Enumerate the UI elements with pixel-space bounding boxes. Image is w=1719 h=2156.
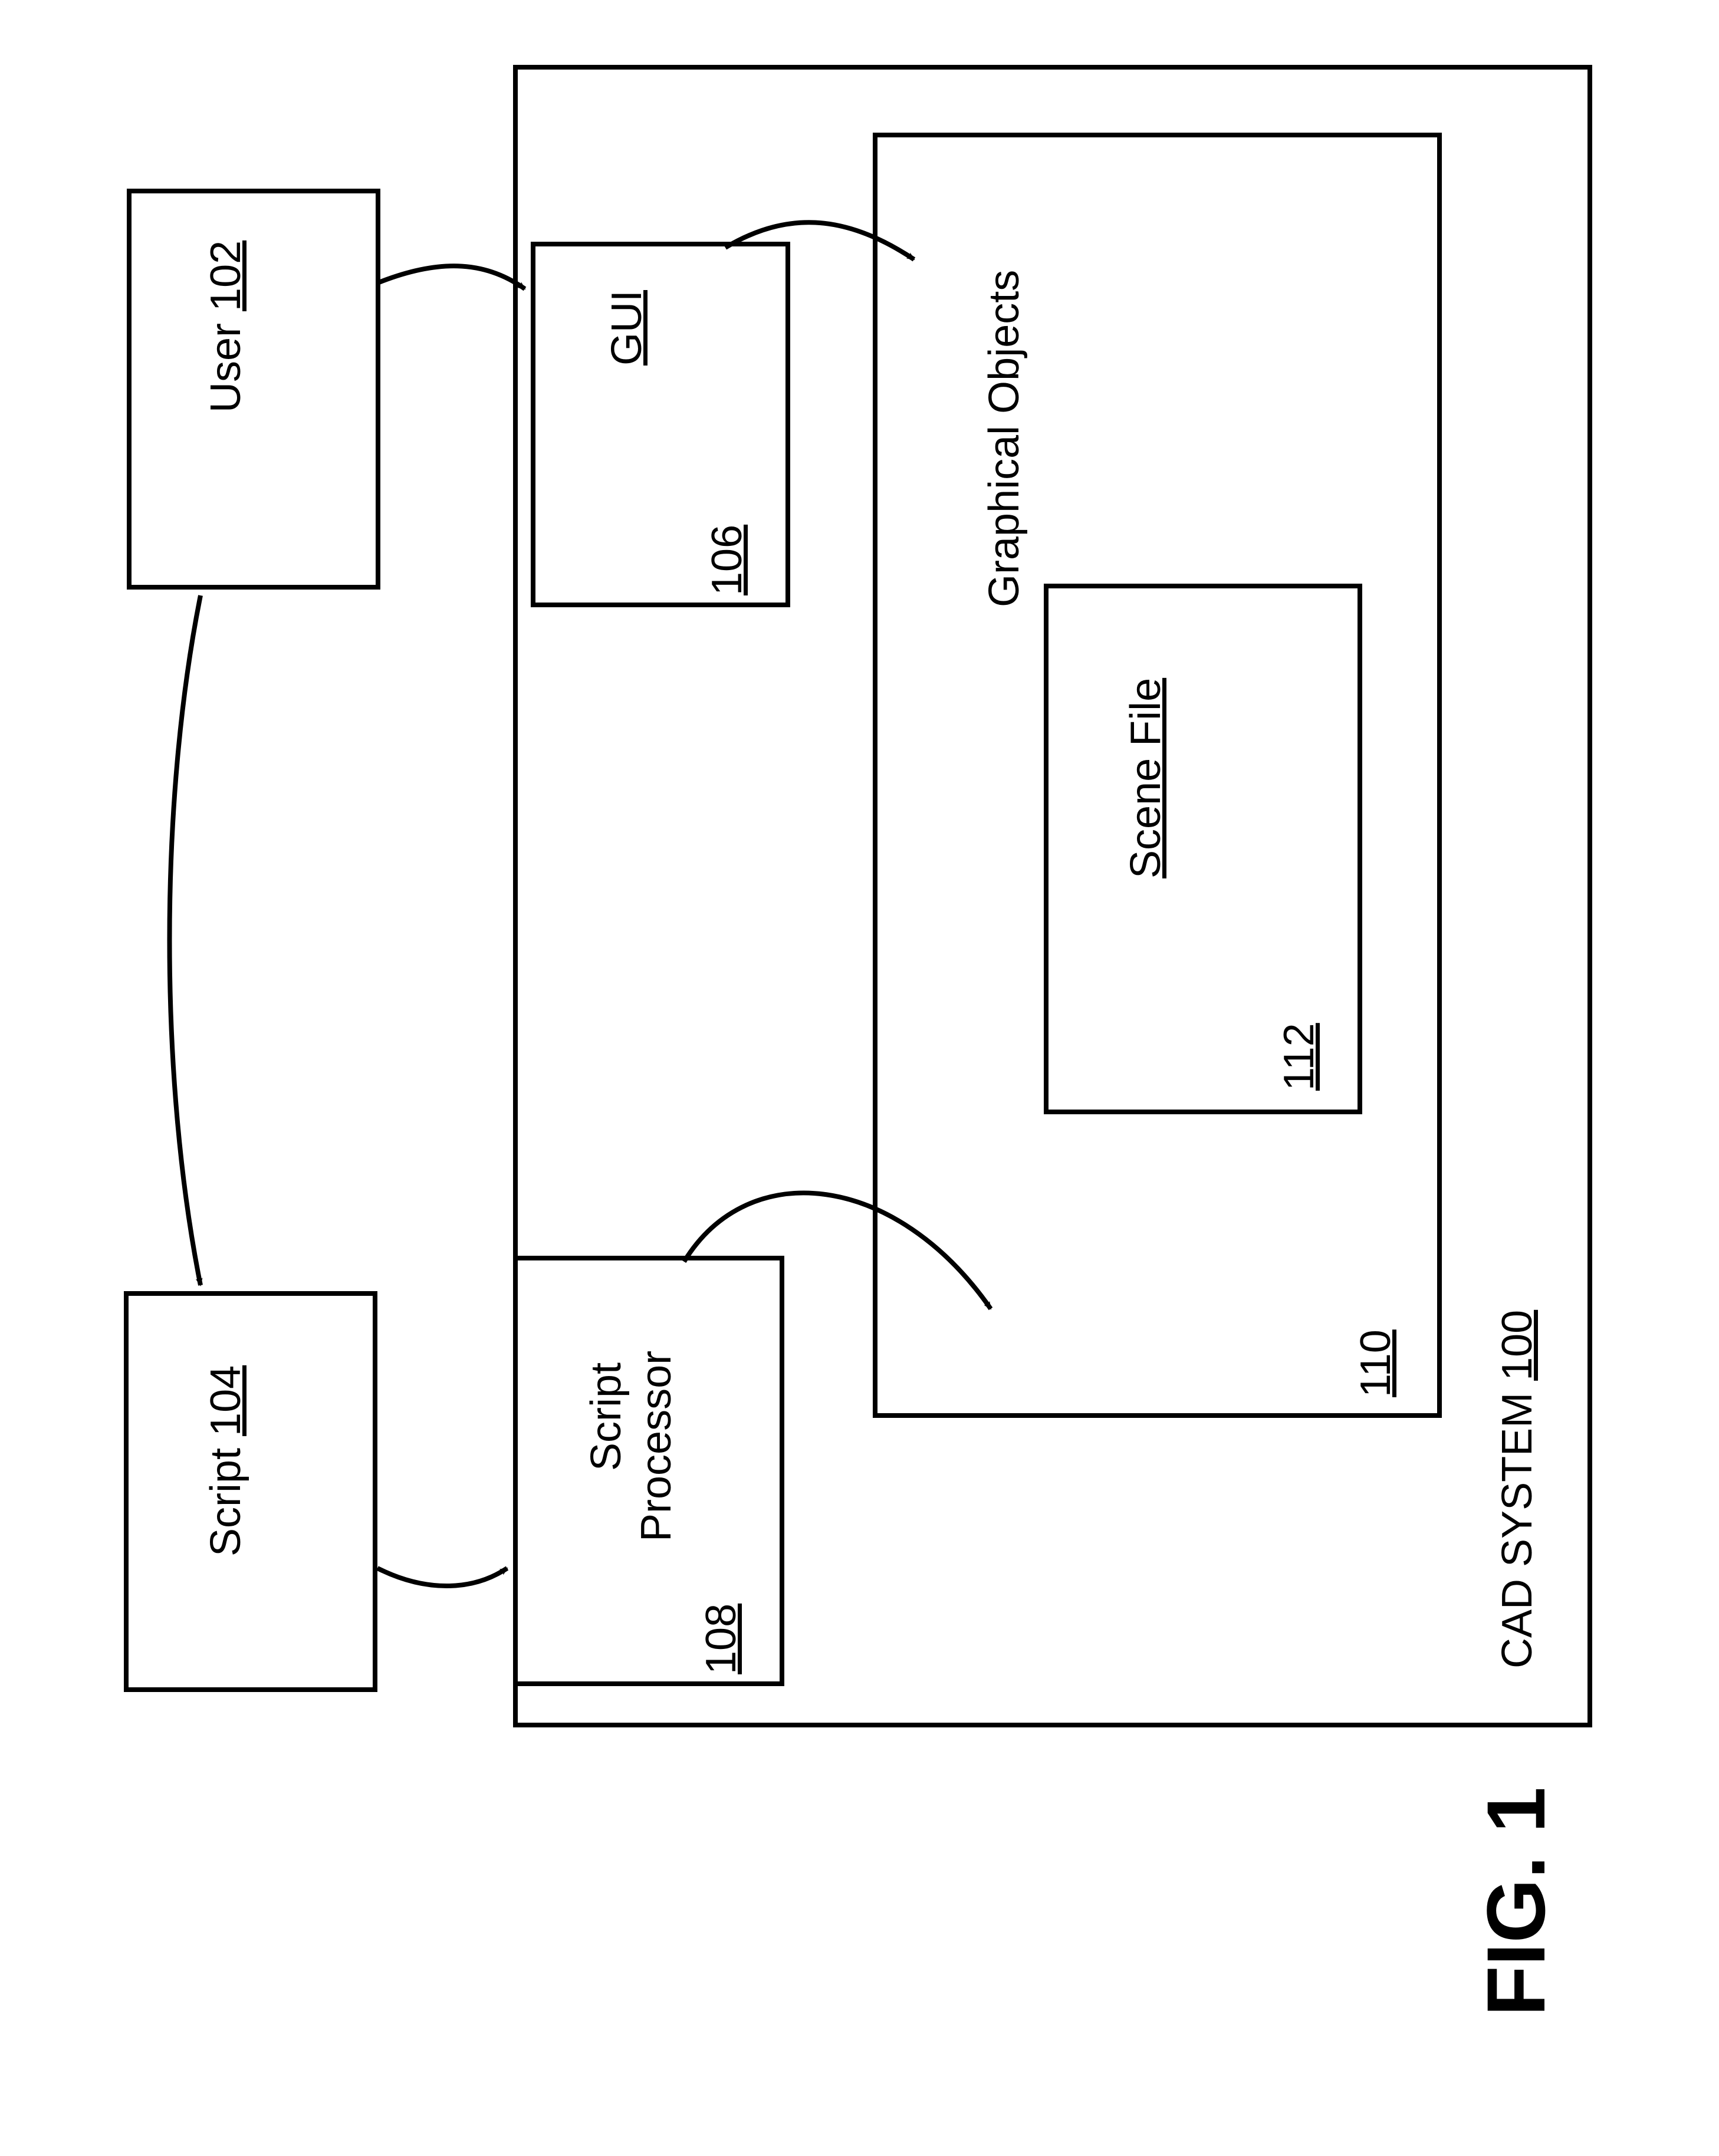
user-box <box>127 189 380 590</box>
cad-system-label: CAD SYSTEM 100 <box>1492 1310 1543 1668</box>
arrow-script-to-processor <box>377 1568 507 1586</box>
scene-file-label: Scene File <box>1120 678 1171 878</box>
gui-label: GUI <box>602 290 652 366</box>
script-text: Script <box>202 1448 249 1556</box>
arrow-user-to-script <box>170 595 201 1285</box>
scene-file-ref: 112 <box>1274 1023 1324 1091</box>
figure-label: FIG. 1 <box>1468 1787 1564 2016</box>
gui-ref: 106 <box>702 525 752 595</box>
diagram-canvas: CAD SYSTEM 100 Graphical Objects 110 Sce… <box>0 0 1719 2156</box>
graphical-objects-label: Graphical Objects <box>979 270 1030 607</box>
script-processor-label-2: Processor <box>631 1351 682 1542</box>
script-processor-label-1: Script <box>581 1362 632 1471</box>
script-processor-ref: 108 <box>696 1604 747 1674</box>
user-label: User 102 <box>201 241 251 413</box>
user-text: User <box>202 323 249 413</box>
user-ref: 102 <box>202 241 249 311</box>
script-label: Script 104 <box>201 1365 251 1556</box>
arrow-user-to-gui <box>377 266 525 289</box>
cad-system-ref: 100 <box>1494 1310 1541 1381</box>
script-ref: 104 <box>202 1365 249 1436</box>
cad-system-text: CAD SYSTEM <box>1494 1381 1541 1668</box>
graphical-objects-ref: 110 <box>1350 1329 1401 1397</box>
